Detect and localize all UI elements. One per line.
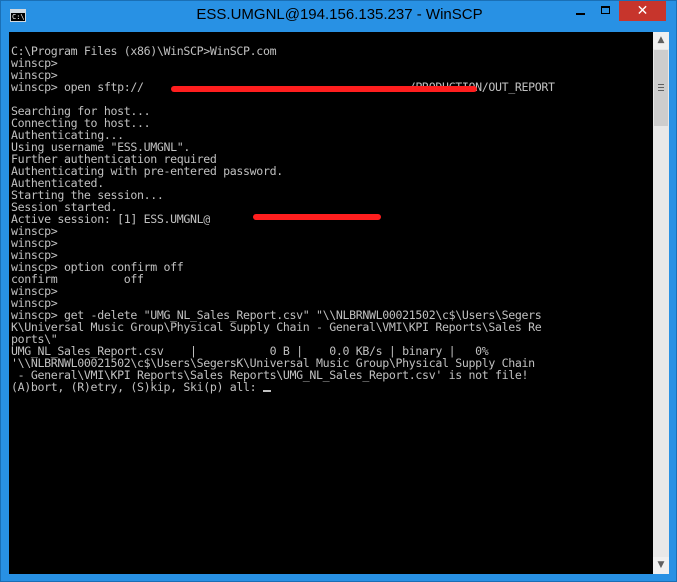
redaction-mark-host (171, 86, 477, 92)
scroll-up-icon[interactable]: ▲ (653, 32, 669, 49)
minimize-icon (576, 13, 585, 15)
text-cursor (262, 390, 271, 392)
redaction-mark-address (253, 214, 381, 220)
minimize-button[interactable] (567, 1, 593, 21)
console-output[interactable]: C:\Program Files (x86)\WinSCP>WinSCP.com… (9, 32, 653, 574)
scroll-thumb[interactable] (654, 50, 668, 126)
maximize-button[interactable] (593, 1, 619, 21)
close-button[interactable]: ✕ (619, 1, 666, 21)
winscp-console-window: C:\ ESS.UMGNL@194.156.135.237 - WinSCP ✕… (0, 0, 677, 582)
grip-line (658, 90, 664, 91)
maximize-icon (601, 6, 610, 14)
scroll-down-icon[interactable]: ▼ (653, 557, 669, 574)
title-bar[interactable]: C:\ ESS.UMGNL@194.156.135.237 - WinSCP ✕ (1, 1, 676, 31)
grip-line (658, 87, 664, 88)
console-line: K\Universal Music Group\Physical Supply … (11, 320, 542, 334)
vertical-scrollbar[interactable]: ▲ ▼ (653, 32, 669, 574)
close-icon: ✕ (636, 3, 649, 19)
grip-line (658, 84, 664, 85)
console-line: (A)bort, (R)etry, (S)kip, Ski(p) all: (11, 380, 263, 394)
